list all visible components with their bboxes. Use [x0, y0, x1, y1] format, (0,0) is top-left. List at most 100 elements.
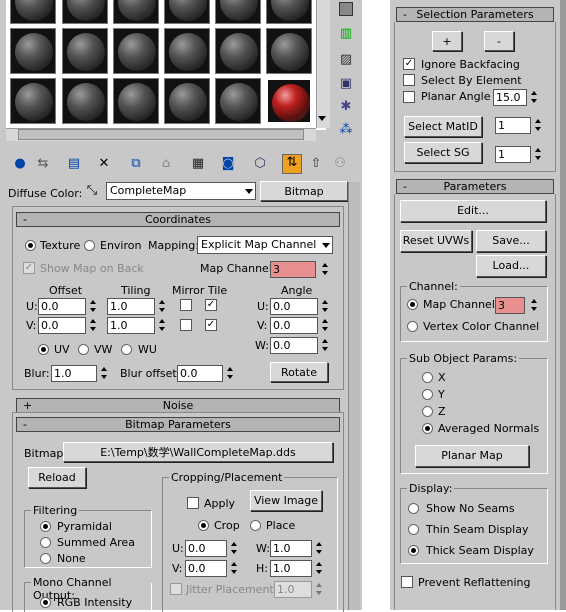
thin-seam-display-radio[interactable]	[408, 524, 419, 535]
uv-radio[interactable]	[38, 344, 49, 355]
ignore-backfacing-checkbox[interactable]: ✓	[403, 58, 415, 70]
reset-uvws-button[interactable]: Reset UVWs	[400, 230, 472, 252]
averaged-normals-radio[interactable]	[422, 423, 433, 434]
matid-spinner[interactable]: 1	[495, 117, 531, 134]
select-by-element-checkbox[interactable]	[403, 74, 415, 86]
map-channel-spinner[interactable]: 3	[270, 261, 316, 278]
matid-arrows[interactable]	[533, 117, 543, 134]
vw-radio[interactable]	[78, 344, 89, 355]
make-preview-icon[interactable]: ⁂	[338, 122, 354, 138]
rotate-button[interactable]: Rotate	[270, 362, 328, 382]
scroll-down-arrow[interactable]	[318, 116, 326, 121]
edit-button[interactable]: Edit...	[400, 200, 546, 222]
eyedropper-icon[interactable]: ⤡	[84, 183, 100, 199]
blur-arrows[interactable]	[99, 365, 109, 382]
jitter-arrows[interactable]	[314, 581, 324, 598]
show-map-icon[interactable]: ◙	[220, 156, 236, 172]
sample-slot[interactable]	[164, 78, 210, 124]
vertical-scrollbar[interactable]	[316, 0, 330, 128]
go-to-parent-icon[interactable]: ⇅	[282, 154, 302, 174]
sg-spinner[interactable]: 1	[495, 146, 531, 163]
make-unique-icon[interactable]: ⧉	[128, 156, 144, 172]
sample-slot[interactable]	[164, 0, 210, 24]
jitter-spinner[interactable]: 1.0	[274, 581, 312, 598]
u-tile-checkbox[interactable]: ✓	[205, 299, 217, 311]
shrink-selection-button[interactable]: -	[484, 31, 514, 51]
environ-radio[interactable]	[84, 240, 95, 251]
w-crop-spinner[interactable]: 1.0	[270, 540, 312, 557]
chevron-down-icon[interactable]	[322, 243, 330, 248]
jitter-checkbox[interactable]	[170, 583, 182, 595]
summed-area-radio[interactable]	[40, 537, 51, 548]
u-angle-spinner[interactable]: 0.0	[270, 298, 318, 315]
v-crop-spinner[interactable]: 0.0	[185, 560, 227, 577]
w-angle-spinner[interactable]: 0.0	[270, 337, 318, 354]
u-offset-spinner[interactable]: 0.0	[38, 298, 86, 315]
save-button[interactable]: Save...	[476, 230, 546, 252]
planar-angle-arrows[interactable]	[529, 89, 539, 106]
wu-radio[interactable]	[121, 344, 132, 355]
uv-tiling-icon[interactable]: ▣	[338, 76, 354, 92]
sample-slot[interactable]	[113, 0, 159, 24]
sample-slot[interactable]	[215, 28, 261, 74]
show-map-on-back-checkbox[interactable]: ✓	[23, 262, 35, 274]
v-mirror-checkbox[interactable]	[180, 319, 192, 331]
planar-angle-checkbox[interactable]	[403, 91, 415, 103]
sample-slot[interactable]	[164, 28, 210, 74]
map-channel-spinner-arrows[interactable]	[320, 261, 330, 278]
x-radio[interactable]	[422, 372, 433, 383]
sample-slot[interactable]	[113, 78, 159, 124]
v-crop-arrows[interactable]	[229, 560, 239, 577]
sample-slot[interactable]	[215, 78, 261, 124]
mapping-dropdown[interactable]: Explicit Map Channel	[197, 236, 333, 254]
go-forward-icon[interactable]: ⇧	[308, 156, 324, 172]
material-editor-scrollbar[interactable]	[348, 182, 360, 610]
bitmap-path-button[interactable]: E:\Temp\数学\WallCompleteMap.dds	[63, 442, 333, 462]
blur-offset-spinner[interactable]: 0.0	[177, 365, 223, 382]
sample-slot[interactable]	[215, 0, 261, 24]
video-color-check-icon[interactable]: ✱	[338, 99, 354, 115]
sample-slot[interactable]	[62, 28, 108, 74]
y-radio[interactable]	[422, 389, 433, 400]
w-angle-arrows[interactable]	[320, 337, 330, 354]
sg-arrows[interactable]	[533, 146, 543, 163]
u-crop-spinner[interactable]: 0.0	[185, 540, 227, 557]
crop-radio[interactable]	[198, 520, 209, 531]
u-offset-arrows[interactable]	[88, 298, 98, 315]
texture-radio[interactable]	[25, 240, 36, 251]
delete-icon[interactable]: ✕	[96, 156, 112, 172]
thick-seam-display-radio[interactable]	[408, 545, 419, 556]
select-by-material-icon[interactable]: ⚇	[332, 156, 348, 172]
none-radio[interactable]	[40, 553, 51, 564]
u-tiling-arrows[interactable]	[157, 298, 167, 315]
assign-material-icon[interactable]: ▤	[66, 156, 82, 172]
w-crop-arrows[interactable]	[314, 540, 324, 557]
map-channel-radio[interactable]	[407, 299, 418, 310]
scroll-thumb[interactable]	[18, 129, 304, 140]
sample-slot[interactable]	[113, 28, 159, 74]
sample-type-icon[interactable]	[339, 2, 353, 16]
sample-slot[interactable]	[266, 28, 312, 74]
u-tiling-spinner[interactable]: 1.0	[107, 298, 155, 315]
parameters-header[interactable]: - Parameters	[396, 179, 554, 194]
u-angle-arrows[interactable]	[320, 298, 330, 315]
chevron-down-icon[interactable]	[245, 189, 253, 194]
bitmap-parameters-rollout-header[interactable]: - Bitmap Parameters	[16, 417, 340, 432]
v-offset-arrows[interactable]	[88, 317, 98, 334]
map-name-field[interactable]: CompleteMap	[106, 182, 256, 200]
show-end-result-icon[interactable]: ⬡	[252, 156, 268, 172]
background-icon[interactable]: ▨	[338, 52, 354, 68]
h-crop-arrows[interactable]	[314, 560, 324, 577]
h-crop-spinner[interactable]: 1.0	[270, 560, 312, 577]
vertex-color-channel-radio[interactable]	[407, 321, 418, 332]
v-angle-arrows[interactable]	[320, 317, 330, 334]
rgb-intensity-radio[interactable]	[40, 597, 51, 608]
sample-slot[interactable]	[62, 78, 108, 124]
map-type-button[interactable]: Bitmap	[260, 181, 348, 201]
v-angle-spinner[interactable]: 0.0	[270, 317, 318, 334]
view-image-button[interactable]: View Image	[250, 490, 322, 511]
noise-rollout-header[interactable]: + Noise	[16, 398, 340, 413]
blur-spinner[interactable]: 1.0	[51, 365, 97, 382]
sample-slot[interactable]	[10, 0, 56, 24]
backlight-icon[interactable]: ▥	[338, 26, 354, 42]
